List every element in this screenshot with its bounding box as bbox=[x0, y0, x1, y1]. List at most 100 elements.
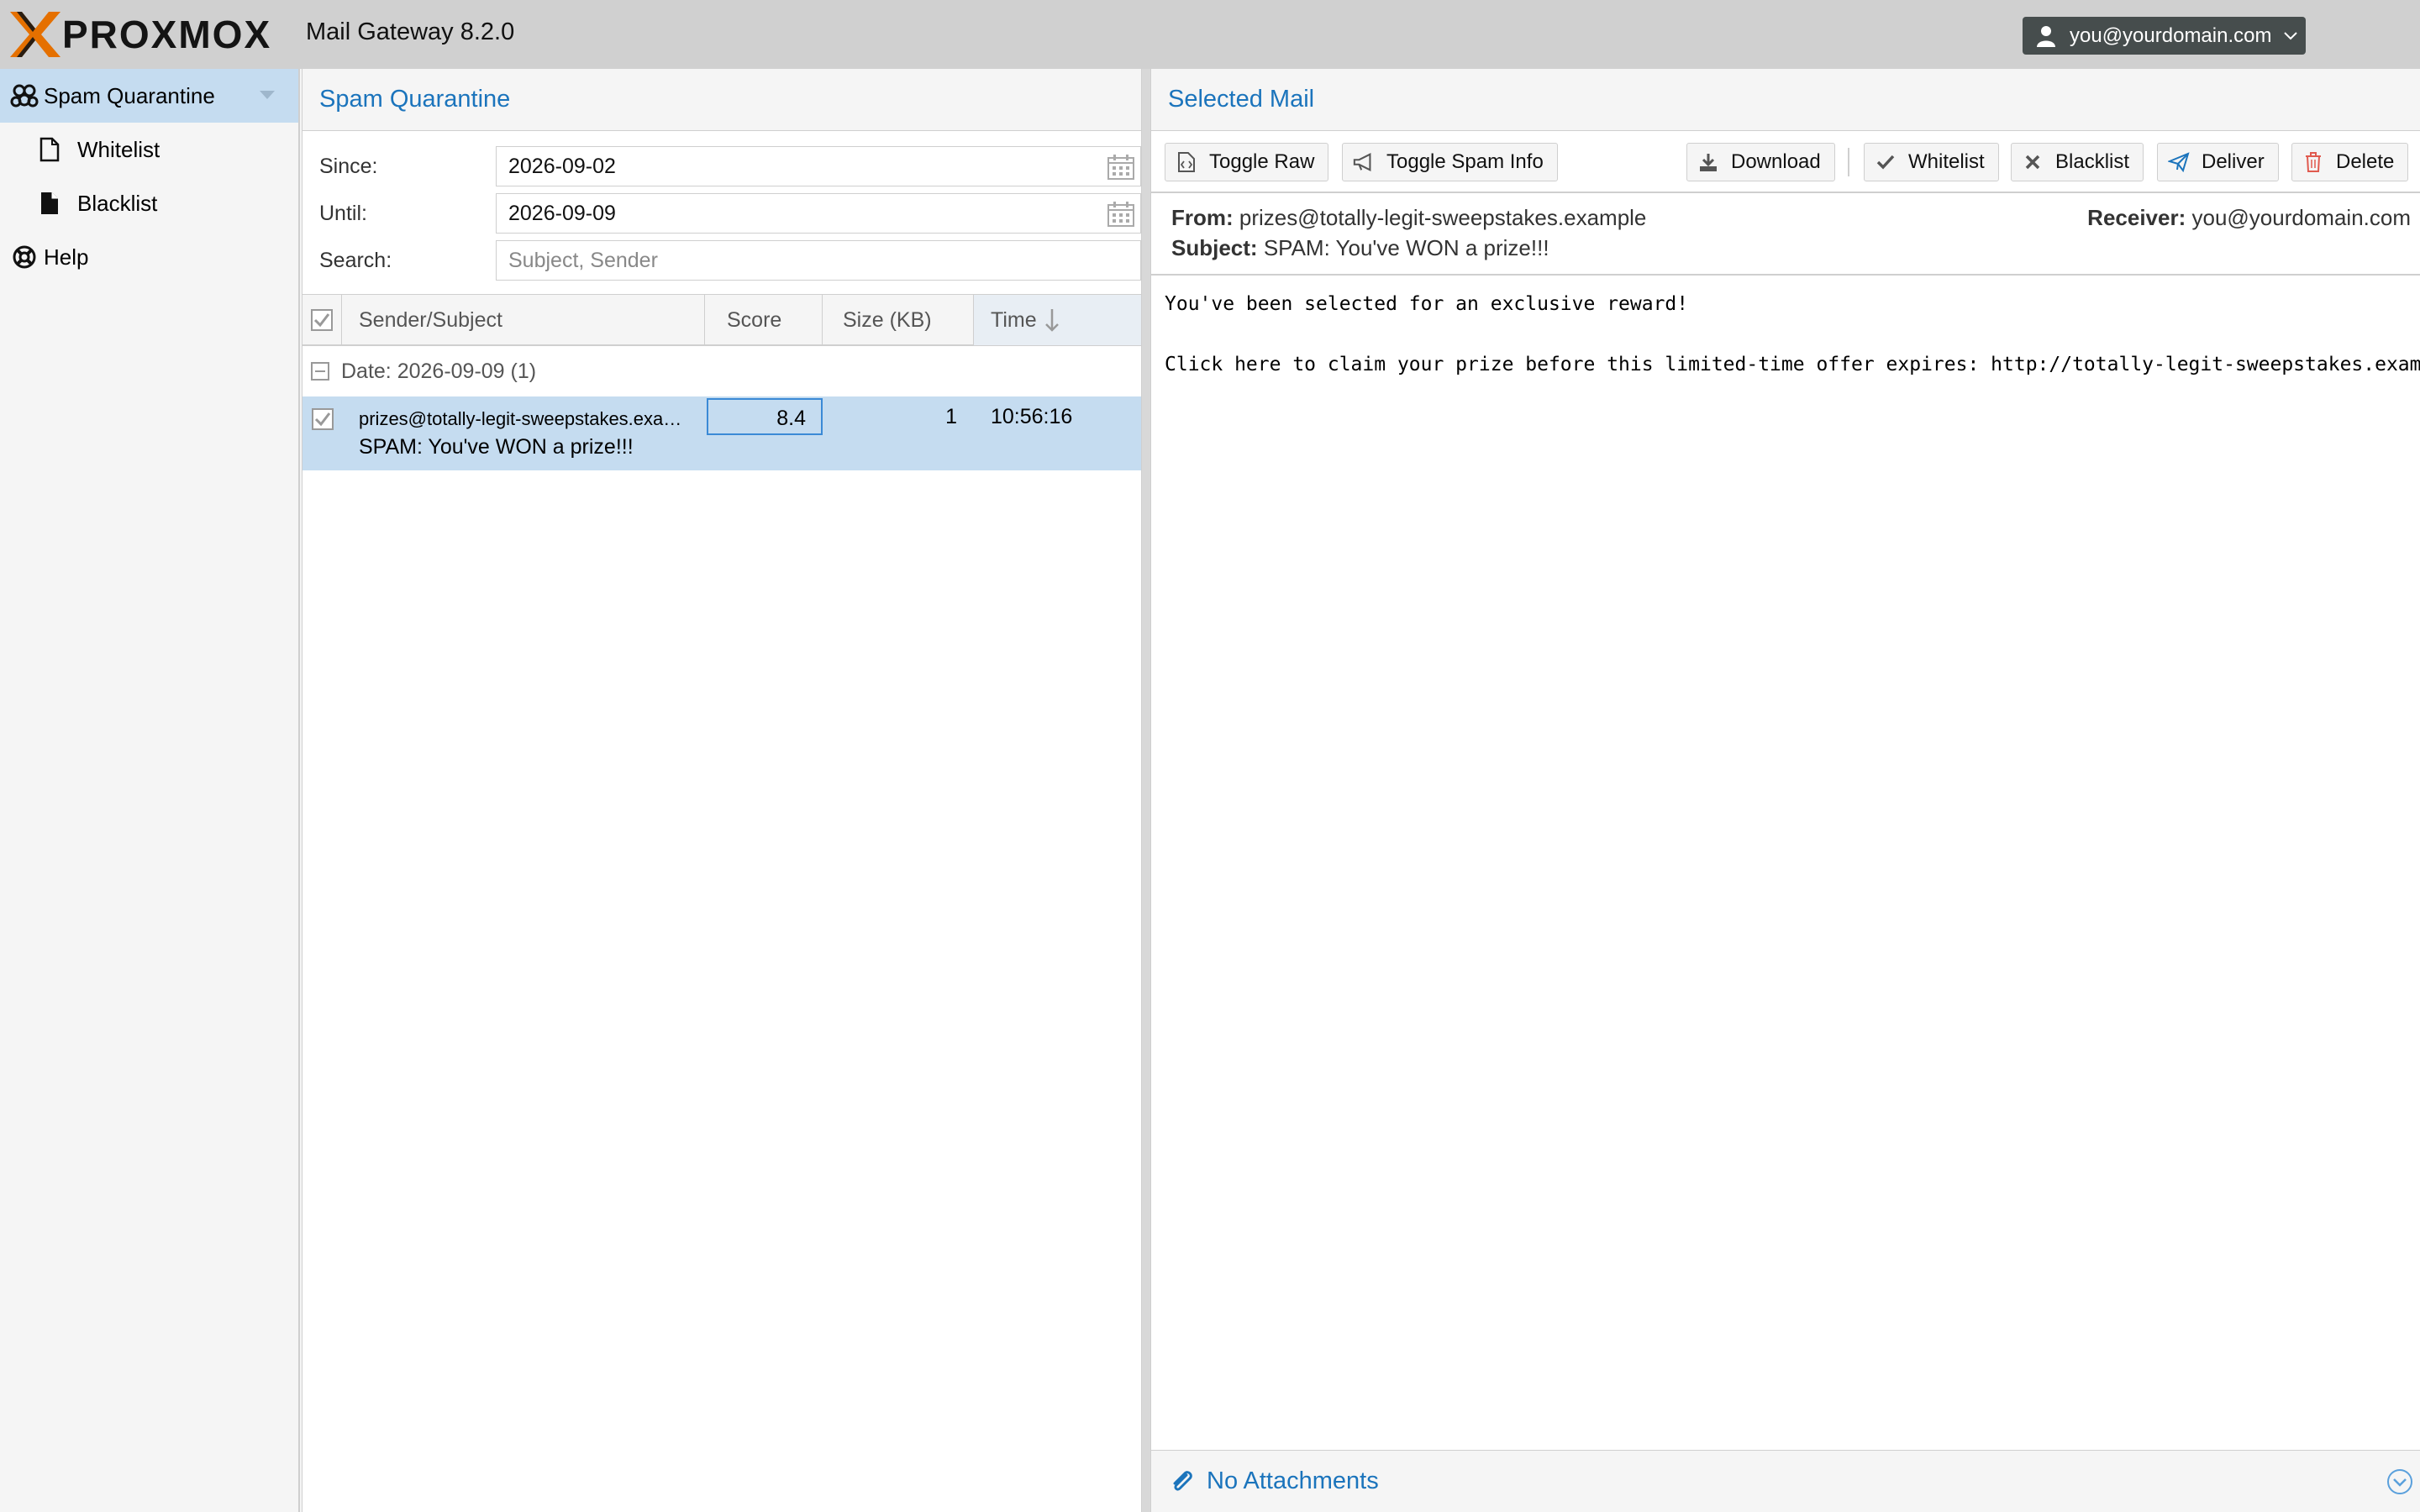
row-sender: prizes@totally-legit-sweepstakes.exa… bbox=[359, 408, 682, 429]
mail-grid-header: Sender/Subject Score Size (KB) Time bbox=[302, 294, 1141, 346]
date-group-label: Date: 2026-09-09 (1) bbox=[341, 359, 537, 383]
file-filled-icon bbox=[35, 189, 64, 218]
user-menu-label: you@yourdomain.com bbox=[2070, 24, 2272, 47]
check-icon bbox=[1875, 151, 1897, 173]
collapse-caret-icon[interactable] bbox=[260, 91, 275, 99]
blacklist-label: Blacklist bbox=[2055, 150, 2130, 173]
bullhorn-icon bbox=[1353, 151, 1375, 173]
mail-body: You've been selected for an exclusive re… bbox=[1165, 289, 2420, 380]
user-icon bbox=[2037, 25, 2055, 47]
receiver-label: Receiver: bbox=[2087, 205, 2186, 230]
download-button[interactable]: Download bbox=[1686, 143, 1835, 181]
toggle-raw-button[interactable]: Toggle Raw bbox=[1165, 143, 1329, 181]
attachments-label: No Attachments bbox=[1207, 1467, 1379, 1494]
toolbar-separator bbox=[1848, 148, 1849, 176]
mail-header-info: From: prizes@totally-legit-sweepstakes.e… bbox=[1151, 193, 2420, 276]
since-row: Since: bbox=[319, 146, 496, 186]
delete-button[interactable]: Delete bbox=[2291, 143, 2409, 181]
since-label: Since: bbox=[319, 154, 378, 178]
proxmox-x-icon bbox=[10, 12, 60, 57]
select-all-checkbox[interactable] bbox=[302, 295, 342, 345]
sidebar-item-whitelist[interactable]: Whitelist bbox=[0, 123, 298, 176]
row-score[interactable]: 8.4 bbox=[707, 398, 823, 435]
panel-splitter[interactable] bbox=[1142, 69, 1150, 1512]
calendar-icon[interactable] bbox=[1107, 154, 1135, 181]
calendar-icon[interactable] bbox=[1107, 201, 1135, 228]
subject-value: SPAM: You've WON a prize!!! bbox=[1263, 235, 1549, 260]
deliver-button[interactable]: Deliver bbox=[2157, 143, 2279, 181]
from-label: From: bbox=[1171, 205, 1234, 230]
chevron-down-icon bbox=[2284, 31, 2298, 39]
top-header: PROXMOX Mail Gateway 8.2.0 you@yourdomai… bbox=[0, 0, 2420, 69]
toggle-raw-label: Toggle Raw bbox=[1209, 150, 1315, 173]
selected-mail-panel: Selected Mail Toggle Raw Toggle Spam Inf… bbox=[1150, 69, 2420, 1512]
user-menu-button[interactable]: you@yourdomain.com bbox=[2023, 17, 2306, 55]
panel-title: Selected Mail bbox=[1151, 69, 2420, 131]
paperclip-icon bbox=[1173, 1470, 1192, 1491]
subject-label: Subject: bbox=[1171, 235, 1258, 260]
attachments-bar[interactable]: No Attachments bbox=[1151, 1450, 2420, 1512]
date-group-row[interactable]: Date: 2026-09-09 (1) bbox=[302, 346, 1141, 396]
until-label: Until: bbox=[319, 201, 367, 225]
download-label: Download bbox=[1731, 150, 1821, 173]
until-date-field[interactable]: 2026-09-09 bbox=[496, 193, 1141, 234]
toggle-spam-info-label: Toggle Spam Info bbox=[1386, 150, 1544, 173]
spam-quarantine-panel: Spam Quarantine Since: 2026-09-02 Until:… bbox=[302, 69, 1142, 1512]
download-icon bbox=[1697, 151, 1719, 173]
from-value: prizes@totally-legit-sweepstakes.example bbox=[1239, 205, 1647, 230]
logo-text: PROXMOX bbox=[62, 13, 272, 56]
users-group-icon bbox=[10, 81, 39, 110]
sort-down-arrow-icon bbox=[1044, 309, 1059, 332]
collapse-minus-icon[interactable] bbox=[311, 362, 329, 381]
mail-body-viewport[interactable]: You've been selected for an exclusive re… bbox=[1151, 276, 2420, 1450]
sidebar-item-label: Help bbox=[44, 244, 89, 270]
search-placeholder: Subject, Sender bbox=[508, 248, 658, 272]
proxmox-logo: PROXMOX bbox=[10, 12, 271, 57]
whitelist-label: Whitelist bbox=[1908, 150, 1985, 173]
toggle-spam-info-button[interactable]: Toggle Spam Info bbox=[1342, 143, 1558, 181]
row-time: 10:56:16 bbox=[991, 405, 1073, 428]
mail-from: From: prizes@totally-legit-sweepstakes.e… bbox=[1171, 205, 1646, 231]
sidebar-item-label: Blacklist bbox=[77, 190, 158, 216]
column-time[interactable]: Time bbox=[974, 295, 1141, 345]
lifebuoy-icon bbox=[10, 243, 39, 271]
search-input[interactable]: Subject, Sender bbox=[496, 240, 1141, 281]
search-label: Search: bbox=[319, 248, 392, 272]
blacklist-button[interactable]: Blacklist bbox=[2011, 143, 2144, 181]
paper-plane-icon bbox=[2168, 151, 2190, 173]
until-row: Until: bbox=[319, 193, 496, 234]
mail-body-line-1: You've been selected for an exclusive re… bbox=[1165, 293, 1689, 315]
search-row: Search: bbox=[319, 240, 496, 281]
panel-title: Spam Quarantine bbox=[302, 69, 1141, 131]
sidebar-item-label: Whitelist bbox=[77, 136, 160, 162]
since-date-value: 2026-09-02 bbox=[508, 154, 616, 178]
until-date-value: 2026-09-09 bbox=[508, 201, 616, 225]
since-date-field[interactable]: 2026-09-02 bbox=[496, 146, 1141, 186]
receiver-value: you@yourdomain.com bbox=[2191, 205, 2411, 230]
column-size[interactable]: Size (KB) bbox=[823, 295, 974, 345]
mail-toolbar: Toggle Raw Toggle Spam Info Download Whi… bbox=[1151, 131, 2420, 193]
row-checkbox[interactable] bbox=[312, 408, 334, 430]
file-code-icon bbox=[1176, 151, 1197, 173]
table-row[interactable]: prizes@totally-legit-sweepstakes.exa… SP… bbox=[302, 396, 1141, 470]
whitelist-button[interactable]: Whitelist bbox=[1864, 143, 1999, 181]
expand-chevron-icon[interactable] bbox=[2386, 1467, 2414, 1496]
checkbox-icon bbox=[311, 309, 333, 331]
column-sender-subject[interactable]: Sender/Subject bbox=[342, 295, 705, 345]
column-score[interactable]: Score bbox=[705, 295, 823, 345]
sidebar-item-spam-quarantine[interactable]: Spam Quarantine bbox=[0, 69, 298, 123]
column-time-label: Time bbox=[991, 307, 1037, 332]
sidebar-item-help[interactable]: Help bbox=[0, 230, 298, 284]
deliver-label: Deliver bbox=[2202, 150, 2265, 173]
sidebar-item-blacklist[interactable]: Blacklist bbox=[0, 176, 298, 230]
close-x-icon bbox=[2022, 151, 2044, 173]
trash-icon bbox=[2302, 151, 2324, 173]
sidebar-item-label: Spam Quarantine bbox=[44, 82, 215, 108]
mail-body-line-2: Click here to claim your prize before th… bbox=[1165, 354, 2420, 375]
mail-receiver: Receiver: you@yourdomain.com bbox=[2087, 205, 2411, 231]
delete-label: Delete bbox=[2336, 150, 2395, 173]
mail-subject: Subject: SPAM: You've WON a prize!!! bbox=[1171, 235, 1549, 261]
file-outline-icon bbox=[35, 135, 64, 164]
sidebar-nav: Spam Quarantine Whitelist Blacklist Help bbox=[0, 69, 300, 1512]
row-subject: SPAM: You've WON a prize!!! bbox=[359, 435, 634, 459]
